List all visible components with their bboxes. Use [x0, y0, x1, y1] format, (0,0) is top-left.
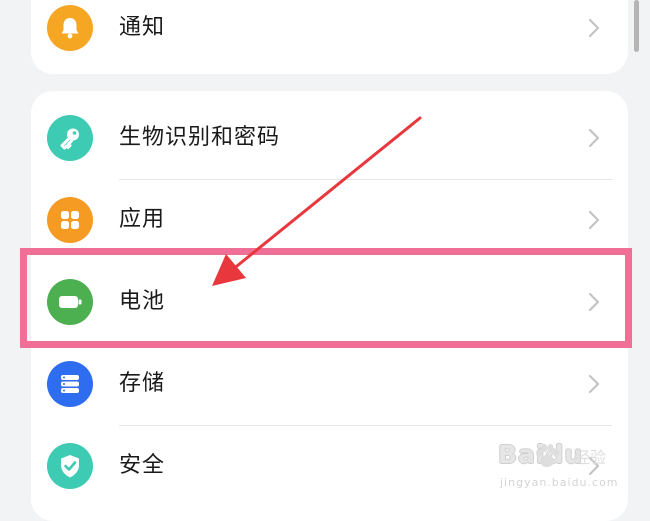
settings-item-storage[interactable]: 存储 [31, 343, 628, 425]
chevron-right-icon [580, 370, 608, 398]
watermark-url: jingyan.baidu.com [500, 476, 619, 489]
apps-grid-icon [47, 197, 93, 243]
watermark-brand-cn: 经验 [574, 448, 607, 467]
chevron-right-icon [580, 206, 608, 234]
settings-item-biometrics-password[interactable]: 生物识别和密码 [31, 97, 628, 179]
settings-item-label: 通知 [119, 15, 166, 40]
settings-item-label: 生物识别和密码 [119, 125, 281, 150]
bell-icon [47, 5, 93, 51]
settings-item-notifications[interactable]: 通知 [31, 0, 628, 69]
chevron-right-icon [580, 14, 608, 42]
chevron-right-icon [580, 124, 608, 152]
settings-card-notifications: 通知 [31, 0, 628, 74]
shield-check-icon [47, 443, 93, 489]
settings-item-label: 应用 [119, 207, 166, 232]
settings-item-label: 存储 [119, 371, 166, 396]
scrollbar[interactable] [634, 0, 639, 52]
storage-icon [47, 361, 93, 407]
paw-icon [534, 442, 560, 474]
settings-item-label: 安全 [119, 453, 166, 478]
highlight-box [20, 248, 632, 348]
key-icon [47, 115, 93, 161]
watermark: Baidu 经验 jingyan.baidu.com [498, 438, 618, 494]
